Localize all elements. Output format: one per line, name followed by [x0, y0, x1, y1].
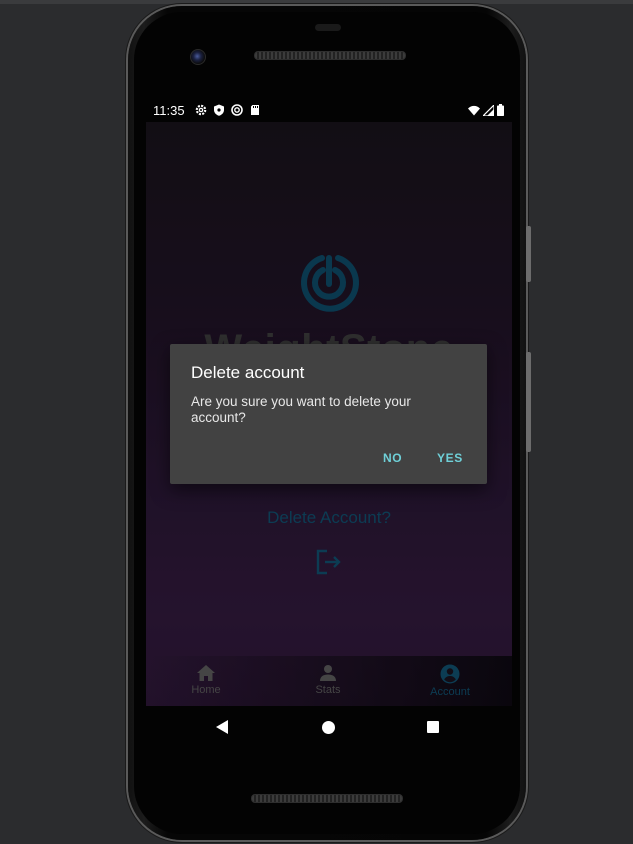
- delete-account-dialog: Delete account Are you sure you want to …: [170, 344, 487, 484]
- wifi-icon: [468, 105, 480, 115]
- nav-item-home[interactable]: Home: [166, 664, 246, 696]
- signal-icon: [483, 104, 494, 116]
- nav-label-home: Home: [191, 684, 221, 696]
- earpiece-speaker: [254, 51, 406, 60]
- status-system-icons: [468, 104, 504, 116]
- nav-label-account: Account: [430, 686, 470, 698]
- gear-icon: [195, 104, 207, 116]
- recent-apps-icon[interactable]: [427, 721, 439, 733]
- person-icon: [320, 665, 336, 681]
- bottom-navigation: Home Stats Account: [146, 656, 512, 706]
- home-icon: [197, 665, 215, 681]
- status-notification-icons: [195, 104, 261, 116]
- status-bar: 11:35: [146, 100, 512, 122]
- dialog-title: Delete account: [191, 363, 305, 382]
- nav-item-account[interactable]: Account: [410, 664, 490, 698]
- back-icon[interactable]: [215, 720, 229, 734]
- status-time: 11:35: [153, 103, 185, 118]
- system-navigation-bar: [146, 706, 512, 750]
- front-camera: [190, 49, 206, 65]
- sd-card-icon: [251, 105, 259, 115]
- bottom-speaker: [251, 794, 403, 803]
- no-button[interactable]: NO: [383, 451, 402, 465]
- home-button-icon[interactable]: [322, 721, 335, 734]
- app-logo-icon: [301, 255, 359, 312]
- nav-item-stats[interactable]: Stats: [288, 664, 368, 696]
- account-circle-icon: [440, 664, 460, 684]
- logout-icon[interactable]: [315, 548, 343, 576]
- volume-button[interactable]: [526, 352, 531, 452]
- window-top-edge: [0, 0, 633, 4]
- sync-icon: [231, 104, 243, 116]
- power-button[interactable]: [526, 226, 531, 282]
- battery-icon: [497, 104, 504, 116]
- delete-account-link[interactable]: Delete Account?: [146, 508, 512, 528]
- dialog-message: Are you sure you want to delete your acc…: [191, 394, 411, 425]
- shield-icon: [214, 104, 224, 116]
- nav-label-stats: Stats: [315, 684, 341, 696]
- yes-button[interactable]: YES: [437, 451, 463, 465]
- proximity-sensor: [315, 24, 341, 31]
